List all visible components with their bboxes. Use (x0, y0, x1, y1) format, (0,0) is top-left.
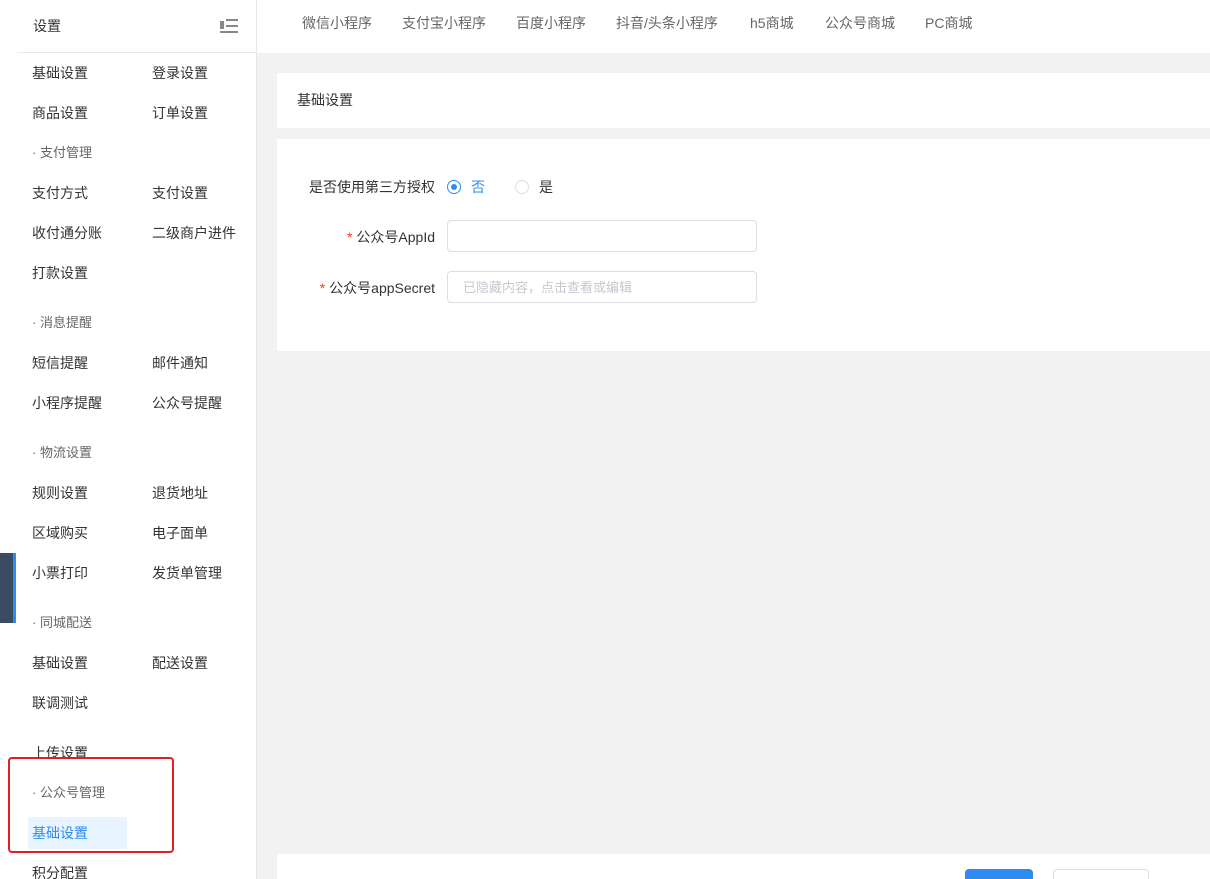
tab-alipay-miniprogram[interactable]: 支付宝小程序 (402, 0, 486, 46)
sidebar-item[interactable]: 打款设置 (32, 253, 142, 293)
sidebar-item[interactable]: 二级商户进件 (152, 213, 237, 253)
sidebar-item[interactable]: 发货单管理 (152, 553, 237, 593)
card-header: 基础设置 (277, 73, 1210, 128)
sidebar-item[interactable]: 收付通分账 (32, 213, 142, 253)
sidebar-item[interactable]: 电子面单 (152, 513, 237, 553)
platform-tabs: 微信小程序 支付宝小程序 百度小程序 抖音/头条小程序 h5商城 公众号商城 P… (257, 0, 1210, 53)
settings-sidebar: 设置 基础设置 登录设置 商品设置 订单设置 · 支付管理 支付方式 支付设置 收付通分账 二级… (17, 0, 257, 879)
sidebar-item[interactable]: 商品设置 (32, 93, 142, 133)
radio-no[interactable]: 否 (447, 177, 485, 197)
sidebar-item[interactable]: 基础设置 (32, 643, 142, 683)
sidebar-row: 小票打印 发货单管理 (17, 553, 257, 593)
sidebar-group-label: · 支付管理 (32, 145, 92, 160)
sidebar-group-label: · 同城配送 (32, 615, 92, 630)
required-mark: * (319, 280, 326, 296)
sidebar-row: 商品设置 订单设置 (17, 93, 257, 133)
appid-label-text: 公众号AppId (356, 229, 435, 245)
sidebar-item[interactable]: 配送设置 (152, 643, 237, 683)
appid-label: * 公众号AppId (347, 227, 435, 247)
sidebar-group: · 物流设置 (17, 433, 257, 473)
sidebar-row: 小程序提醒 公众号提醒 (17, 383, 257, 423)
collapse-menu-icon[interactable] (220, 18, 238, 34)
sidebar-header: 设置 (17, 0, 256, 53)
sidebar-group: · 支付管理 (17, 133, 257, 173)
sidebar-group-label: · 公众号管理 (32, 785, 105, 800)
sidebar-item-active[interactable]: 基础设置 (28, 817, 127, 849)
left-strip-accent (13, 553, 16, 623)
sidebar-group: · 消息提醒 (17, 303, 257, 343)
sidebar-row: 积分配置 (17, 853, 257, 879)
sidebar-item[interactable]: 积分配置 (32, 853, 142, 879)
sidebar-item[interactable]: 短信提醒 (32, 343, 142, 383)
sidebar-item[interactable]: 退货地址 (152, 473, 237, 513)
sidebar-item[interactable]: 支付方式 (32, 173, 142, 213)
required-mark: * (346, 229, 353, 245)
appsecret-input[interactable] (447, 271, 757, 303)
radio-no-label: 否 (471, 179, 485, 195)
sidebar-item[interactable]: 邮件通知 (152, 343, 237, 383)
sidebar-row: 打款设置 (17, 253, 257, 293)
sidebar-group-label: · 物流设置 (32, 445, 92, 460)
sidebar-item[interactable]: 订单设置 (152, 93, 237, 133)
appsecret-label-text: 公众号appSecret (329, 280, 435, 296)
sidebar-item[interactable]: 规则设置 (32, 473, 142, 513)
radio-no-dot (447, 180, 461, 194)
card-title: 基础设置 (297, 92, 353, 108)
sidebar-item[interactable]: 支付设置 (152, 173, 237, 213)
appsecret-label: * 公众号appSecret (320, 278, 435, 298)
tab-h5-mall[interactable]: h5商城 (750, 0, 794, 46)
sidebar-item[interactable]: 小票打印 (32, 553, 142, 593)
sidebar-item[interactable]: 小程序提醒 (32, 383, 142, 423)
sidebar-row: 上传设置 (17, 733, 257, 773)
radio-yes-label: 是 (539, 179, 553, 195)
sidebar-group: · 公众号管理 (17, 773, 257, 813)
sidebar-group: · 同城配送 (17, 603, 257, 643)
tab-pc-mall[interactable]: PC商城 (925, 0, 972, 46)
tab-wechat-miniprogram[interactable]: 微信小程序 (302, 0, 372, 46)
tab-baidu-miniprogram[interactable]: 百度小程序 (516, 0, 586, 46)
radio-yes[interactable]: 是 (515, 177, 553, 197)
sidebar-group-label: · 消息提醒 (32, 315, 92, 330)
third-party-auth-label: 是否使用第三方授权 (309, 179, 435, 195)
radio-yes-dot (515, 180, 529, 194)
sidebar-row: 支付方式 支付设置 (17, 173, 257, 213)
settings-form: 是否使用第三方授权 否 是 * 公众号AppId * 公众号appSecret (277, 139, 1210, 351)
sidebar-row: 基础设置 登录设置 (17, 53, 257, 93)
sidebar-row: 基础设置 (17, 813, 257, 853)
reset-button[interactable] (1053, 869, 1149, 879)
submit-button[interactable] (965, 869, 1033, 879)
sidebar-item[interactable]: 登录设置 (152, 53, 237, 93)
sidebar-item[interactable]: 区域购买 (32, 513, 142, 553)
sidebar-item[interactable]: 上传设置 (32, 733, 142, 773)
form-footer (277, 854, 1210, 879)
sidebar-row: 联调测试 (17, 683, 257, 723)
left-strip (0, 0, 17, 879)
sidebar-title: 设置 (33, 18, 61, 34)
sidebar-row: 规则设置 退货地址 (17, 473, 257, 513)
tab-official-account-mall[interactable]: 公众号商城 (825, 0, 895, 46)
tab-douyin-miniprogram[interactable]: 抖音/头条小程序 (616, 0, 718, 46)
sidebar-row: 短信提醒 邮件通知 (17, 343, 257, 383)
sidebar-row: 区域购买 电子面单 (17, 513, 257, 553)
sidebar-item[interactable]: 基础设置 (32, 53, 142, 93)
sidebar-row: 收付通分账 二级商户进件 (17, 213, 257, 253)
sidebar-item[interactable]: 公众号提醒 (152, 383, 237, 423)
appid-input[interactable] (447, 220, 757, 252)
sidebar-row: 基础设置 配送设置 (17, 643, 257, 683)
sidebar-item[interactable]: 联调测试 (32, 683, 142, 723)
